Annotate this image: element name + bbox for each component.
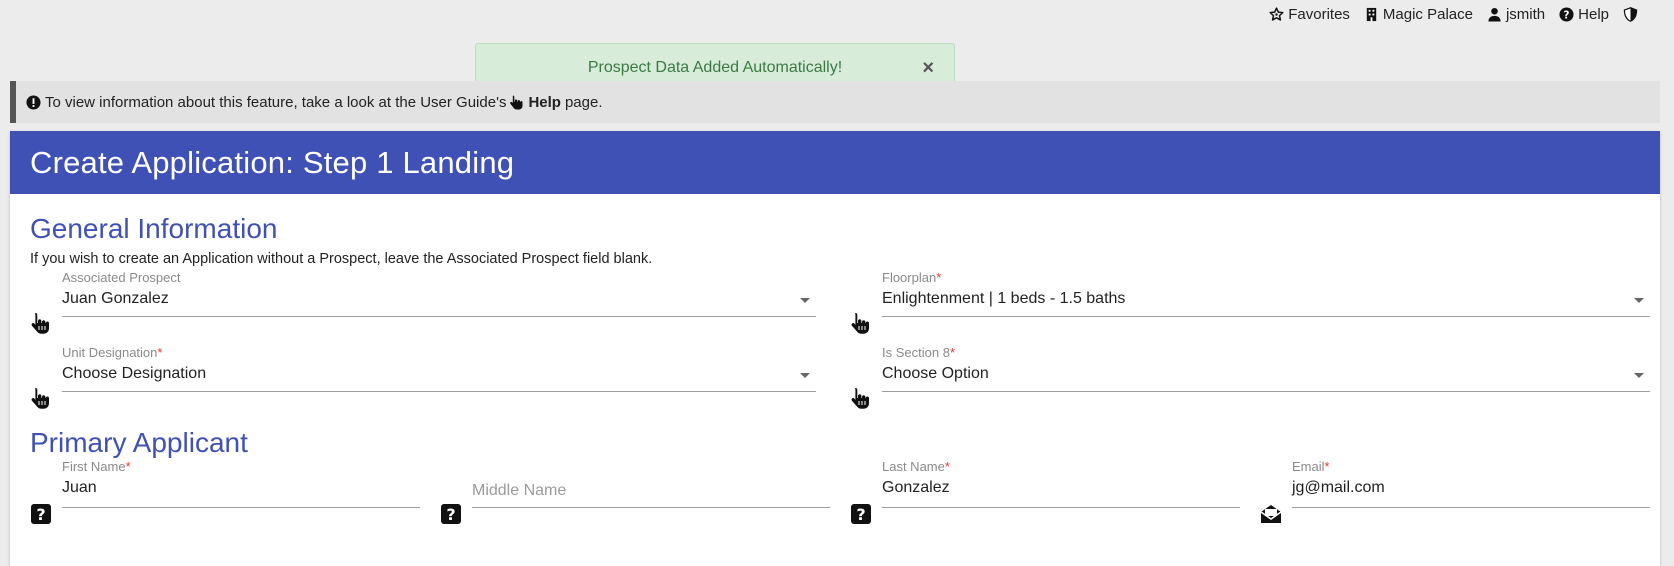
last-name-field[interactable]: Last Name* Gonzalez bbox=[882, 459, 1240, 515]
required-marker: * bbox=[944, 459, 950, 474]
star-icon bbox=[1269, 7, 1284, 22]
unit-designation-select[interactable]: Unit Designation* Choose Designation bbox=[62, 345, 816, 401]
associated-prospect-label: Associated Prospect bbox=[62, 270, 181, 285]
floorplan-select[interactable]: Floorplan* Enlightenment | 1 beds - 1.5 … bbox=[882, 270, 1650, 326]
primary-applicant-heading: Primary Applicant bbox=[30, 427, 248, 458]
create-application-card: Create Application: Step 1 Landing Gener… bbox=[10, 131, 1660, 566]
associated-prospect-value: Juan Gonzalez bbox=[62, 290, 169, 307]
hand-pointer-icon bbox=[508, 94, 524, 110]
caret-down-icon bbox=[1634, 298, 1644, 303]
field-underline bbox=[472, 507, 830, 508]
field-underline bbox=[62, 316, 816, 317]
caret-down-icon bbox=[1634, 373, 1644, 378]
field-underline bbox=[62, 507, 420, 508]
middle-name-field[interactable]: Middle Name bbox=[472, 459, 830, 515]
first-name-label: First Name bbox=[62, 459, 126, 474]
last-name-value: Gonzalez bbox=[882, 479, 950, 496]
field-underline bbox=[882, 391, 1650, 392]
associated-prospect-select[interactable]: Associated Prospect Juan Gonzalez bbox=[62, 270, 816, 326]
property-selector[interactable]: Magic Palace bbox=[1364, 6, 1473, 23]
required-marker: * bbox=[1324, 459, 1330, 474]
svg-text:?: ? bbox=[856, 505, 865, 524]
favorites-label: Favorites bbox=[1288, 6, 1350, 23]
question-square-icon: ? bbox=[29, 502, 53, 526]
favorites-link[interactable]: Favorites bbox=[1269, 6, 1350, 23]
page-title: Create Application: Step 1 Landing bbox=[10, 131, 1660, 194]
envelope-open-icon bbox=[1259, 502, 1283, 526]
help-label: Help bbox=[1578, 6, 1609, 23]
required-marker: * bbox=[949, 345, 955, 360]
section-8-select[interactable]: Is Section 8* Choose Option bbox=[882, 345, 1650, 401]
last-name-label: Last Name bbox=[882, 459, 945, 474]
question-circle-icon: ? bbox=[1559, 7, 1574, 22]
general-information-description: If you wish to create an Application wit… bbox=[30, 251, 653, 267]
info-banner: To view information about this feature, … bbox=[10, 81, 1660, 123]
info-text-before: To view information about this feature, … bbox=[45, 93, 507, 111]
user-label: jsmith bbox=[1505, 6, 1546, 23]
svg-text:?: ? bbox=[446, 505, 455, 524]
hand-pointer-icon bbox=[848, 311, 872, 335]
first-name-field[interactable]: First Name* Juan bbox=[62, 459, 420, 515]
email-label: Email bbox=[1292, 459, 1325, 474]
hand-pointer-icon bbox=[28, 386, 52, 410]
field-underline bbox=[882, 316, 1650, 317]
required-marker: * bbox=[936, 270, 942, 285]
help-link-inline[interactable]: Help bbox=[528, 94, 561, 111]
toast-message: Prospect Data Added Automatically! bbox=[587, 59, 843, 76]
security-button[interactable] bbox=[1623, 7, 1638, 22]
top-nav: Favorites Magic Palace jsmith ? Help bbox=[1269, 6, 1638, 23]
svg-text:?: ? bbox=[1564, 9, 1570, 21]
required-marker: * bbox=[157, 345, 163, 360]
required-marker: * bbox=[125, 459, 131, 474]
floorplan-label: Floorplan bbox=[882, 270, 937, 285]
shield-icon bbox=[1623, 7, 1638, 22]
unit-designation-value: Choose Designation bbox=[62, 365, 207, 382]
close-icon[interactable]: × bbox=[922, 58, 934, 78]
user-menu[interactable]: jsmith bbox=[1487, 6, 1545, 23]
svg-text:?: ? bbox=[36, 505, 45, 524]
user-icon bbox=[1487, 7, 1502, 22]
exclamation-circle-icon bbox=[26, 94, 41, 110]
floorplan-value: Enlightenment | 1 beds - 1.5 baths bbox=[882, 290, 1126, 307]
hand-pointer-icon bbox=[848, 386, 872, 410]
first-name-value: Juan bbox=[62, 479, 97, 496]
building-icon bbox=[1364, 7, 1379, 22]
caret-down-icon bbox=[800, 298, 810, 303]
question-square-icon: ? bbox=[439, 502, 463, 526]
general-information-heading: General Information bbox=[30, 213, 278, 244]
help-link[interactable]: ? Help bbox=[1559, 6, 1609, 23]
unit-designation-label: Unit Designation bbox=[62, 345, 158, 360]
field-underline bbox=[882, 507, 1240, 508]
field-underline bbox=[1292, 507, 1650, 508]
middle-name-placeholder: Middle Name bbox=[472, 482, 567, 499]
section-8-value: Choose Option bbox=[882, 365, 989, 382]
field-underline bbox=[62, 391, 816, 392]
info-text-after: page. bbox=[564, 93, 603, 111]
property-label: Magic Palace bbox=[1382, 6, 1473, 23]
caret-down-icon bbox=[800, 373, 810, 378]
question-square-icon: ? bbox=[849, 502, 873, 526]
section-8-label: Is Section 8 bbox=[882, 345, 950, 360]
email-value: jg@mail.com bbox=[1292, 479, 1385, 496]
hand-pointer-icon bbox=[28, 311, 52, 335]
email-field[interactable]: Email* jg@mail.com bbox=[1292, 459, 1650, 515]
